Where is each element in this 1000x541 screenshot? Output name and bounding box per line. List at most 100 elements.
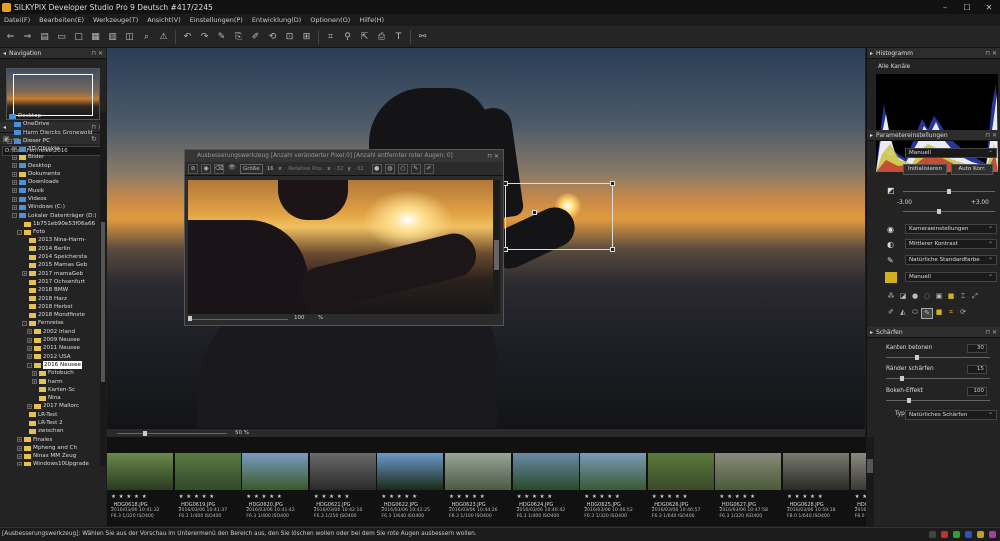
menu-item[interactable]: Ansicht(V) xyxy=(147,16,181,24)
expand-icon[interactable]: + xyxy=(27,404,32,410)
folder-tree-item[interactable]: + Ninas MM Zeug xyxy=(0,452,100,460)
edges-slider-track[interactable] xyxy=(886,357,990,358)
expand-icon[interactable]: ▸ xyxy=(870,50,873,57)
folder-tree-item[interactable]: +2017 Mallorc xyxy=(0,402,100,410)
navigator-viewport[interactable] xyxy=(13,74,93,116)
rating-stars[interactable]: ★ ★ ★ ★ ★ xyxy=(111,494,147,500)
tool-window-titlebar[interactable]: Ausbesserungswerkzeug [Anzahl veränderte… xyxy=(185,150,503,162)
y-value[interactable]: -32 xyxy=(355,166,364,172)
zoom-icon[interactable]: ⌕ xyxy=(138,28,155,45)
stamp-icon[interactable]: ⚲ xyxy=(339,28,356,45)
label-blue-icon[interactable] xyxy=(965,531,972,538)
label-yellow-icon[interactable] xyxy=(977,531,984,538)
expand-icon[interactable]: + xyxy=(12,163,17,169)
folder-tree-item[interactable]: 2018 BMW xyxy=(0,286,100,294)
text-tool-icon[interactable]: T xyxy=(390,28,407,45)
print-icon[interactable]: ⎙ xyxy=(373,28,390,45)
scrollbar-thumb[interactable] xyxy=(494,240,499,270)
filmstrip-thumbnail[interactable]: ★ ★ ★ ★ ★ _HDG0620.JPG 2016/03/06 10:41:42… xyxy=(242,440,309,524)
eraser-icon[interactable]: ⌫ xyxy=(214,163,224,174)
menu-item[interactable]: Datei(F) xyxy=(4,16,30,24)
develop-icon[interactable]: ▤ xyxy=(36,28,53,45)
expand-icon[interactable]: + xyxy=(27,329,32,335)
edges-slider-knob[interactable] xyxy=(915,355,919,360)
expand-icon[interactable]: + xyxy=(17,437,22,443)
menu-item[interactable]: Entwicklung(D) xyxy=(252,16,301,24)
close-icon[interactable]: ✕ xyxy=(978,0,1000,14)
correction-tool-icon[interactable]: ✎ xyxy=(921,308,933,319)
panel-menu-icon[interactable]: ⊓ ✕ xyxy=(91,50,103,57)
rating-stars[interactable]: ★ ★ ★ ★ ★ xyxy=(719,494,755,500)
folder-tree-item[interactable]: + Desktop xyxy=(0,162,100,170)
red-eye-icon[interactable]: ◉ xyxy=(201,163,211,174)
eye-icon[interactable]: ⬭ xyxy=(909,308,921,319)
rating-stars[interactable]: ★ ★ ★ ★ ★ xyxy=(449,494,485,500)
initialize-button[interactable]: Initialisieren xyxy=(903,164,947,175)
rating-stars[interactable]: ★ ★ ★ ★ ★ xyxy=(787,494,823,500)
collapse-icon[interactable]: - xyxy=(27,362,32,368)
folder-tree-item[interactable]: + Windows (C:) xyxy=(0,203,100,211)
brush-medium-icon[interactable]: ◍ xyxy=(384,163,395,174)
view-grid-icon[interactable]: ▦ xyxy=(87,28,104,45)
lens-icon[interactable]: ◌ xyxy=(921,292,933,303)
folder-tree-item[interactable]: + Musik xyxy=(0,187,100,195)
folder-tree-item[interactable]: 2015 Mamas Geb xyxy=(0,261,100,269)
rating-stars[interactable]: ★ ★ ★ ★ ★ xyxy=(584,494,620,500)
camera-settings-dropdown[interactable]: Kameraeinstellungen xyxy=(905,223,997,234)
folder-tree-item[interactable]: 2018 Harz xyxy=(0,295,100,303)
exposure-slider-knob-2[interactable] xyxy=(937,209,941,214)
rating-stars[interactable]: ★ ★ ★ ★ ★ xyxy=(517,494,553,500)
scrollbar-thumb[interactable] xyxy=(101,222,105,382)
folder-tree-item[interactable]: Desktop xyxy=(0,112,100,120)
folder-tree-item[interactable]: zwischen xyxy=(0,427,100,435)
brush-hard-icon[interactable]: ● xyxy=(371,163,382,174)
label-green-icon[interactable] xyxy=(953,531,960,538)
edges-value[interactable]: 30 xyxy=(967,344,987,353)
folder-tree-item[interactable]: Harm Diercks Gronewold xyxy=(0,129,100,137)
filmstrip-thumbnail[interactable]: ★ ★ ★ ★ ★ _HDG0625.JPG 2016/03/06 10:46:52… xyxy=(580,440,647,524)
color-select-icon[interactable]: ■ xyxy=(933,308,945,319)
rating-stars[interactable]: ★ ★ ★ ★ ★ xyxy=(179,494,215,500)
save-params-icon[interactable]: ⊡ xyxy=(281,28,298,45)
folder-tree-item[interactable]: 2018 Mondfinste xyxy=(0,311,100,319)
folder-tree-item[interactable]: LR-Test xyxy=(0,411,100,419)
view-thumbs-icon[interactable]: ▥ xyxy=(104,28,121,45)
scrollbar-thumb[interactable] xyxy=(867,459,873,473)
expand-icon[interactable]: + xyxy=(22,271,27,277)
folder-tree-item[interactable]: + Videos xyxy=(0,195,100,203)
rotate-icon[interactable]: ⟳ xyxy=(957,308,969,319)
brush-icon[interactable]: ✐ xyxy=(885,308,897,319)
folder-tree-item[interactable]: - Foto xyxy=(0,228,100,236)
expand-icon[interactable]: + xyxy=(17,453,22,459)
preset-dropdown[interactable]: Manuell xyxy=(905,147,997,158)
filmstrip-thumbnail[interactable]: ★ ★ ★ ★ ★ _HDG0618.JPG 2016/03/06 10:41:32… xyxy=(107,440,173,524)
filmstrip-thumbnail[interactable]: ★ ★ ★ ★ ★ _HDG0622.JPG 2016/03/06 10:42:25… xyxy=(377,440,444,524)
maximize-icon[interactable]: ☐ xyxy=(956,0,978,14)
expand-icon[interactable]: ◂ xyxy=(3,50,6,57)
brush-icon[interactable]: ✐ xyxy=(423,163,434,174)
tool-zoom-slider-knob[interactable] xyxy=(188,316,192,321)
expand-icon[interactable]: + xyxy=(27,354,32,360)
folder-tree-item[interactable]: 2013 Nina-Harm- xyxy=(0,236,100,244)
exposure-slider-track-2[interactable] xyxy=(903,211,995,212)
view-eye-icon[interactable]: 👁 xyxy=(227,164,237,174)
menu-item[interactable]: Einstellungen(P) xyxy=(190,16,243,24)
sharpen-icon[interactable]: ⌶ xyxy=(957,292,969,303)
folder-tree-item[interactable]: + Finales xyxy=(0,436,100,444)
spot-removal-icon[interactable]: ⊘ xyxy=(188,163,198,174)
folder-tree-item[interactable]: OneDrive xyxy=(0,120,100,128)
tool-window-controls[interactable]: ⊓ ✕ xyxy=(487,153,499,160)
filmstrip-thumbnail[interactable]: ★ ★ ★ ★ ★ _HDG0623.JPG 2016/03/06 10:44:26… xyxy=(445,440,511,524)
redo-icon[interactable]: ↷ xyxy=(196,28,213,45)
histogram-channel[interactable]: Alle Kanäle xyxy=(878,64,910,70)
contrast-dropdown[interactable]: Mittlerer Kontrast xyxy=(905,238,997,249)
expand-icon[interactable]: ▸ xyxy=(870,329,873,336)
bokeh-slider-knob[interactable] xyxy=(907,398,911,403)
borders-value[interactable]: 15 xyxy=(967,365,987,374)
folder-tree-item[interactable]: 2017 Ochsenfurt xyxy=(0,278,100,286)
expand-icon[interactable]: + xyxy=(12,188,17,194)
folder-tree-item[interactable]: 2018 Herbst xyxy=(0,303,100,311)
copy-params-icon[interactable]: ⎘ xyxy=(230,28,247,45)
rating-stars[interactable]: ★ ★ ★ ★ ★ xyxy=(381,494,417,500)
folder-tree-item[interactable]: + Dokumente xyxy=(0,170,100,178)
